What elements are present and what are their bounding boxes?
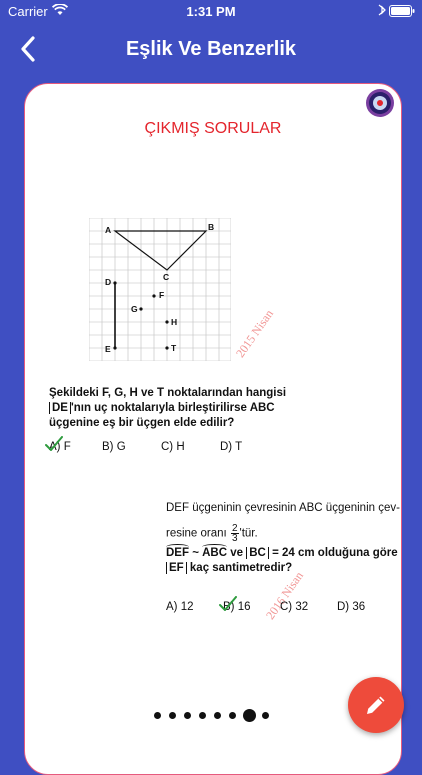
- status-bar: Carrier 1:31 PM: [0, 0, 422, 22]
- page-dot-active[interactable]: [243, 709, 256, 722]
- section-title: ÇIKMIŞ SORULAR: [144, 120, 282, 137]
- question-card[interactable]: ÇIKMIŞ SORULAR A B C D E F G H T 2015 Ni…: [24, 83, 402, 775]
- question1-line2: 'nın uç noktalarıyla birleştirilirse ABC: [70, 402, 275, 414]
- question1-option-d[interactable]: D) T: [220, 441, 242, 453]
- label-b: B: [208, 222, 214, 232]
- similar-symbol: ~: [192, 547, 199, 559]
- question1-line1: Şekildeki F, G, H ve T noktalarından han…: [49, 387, 287, 399]
- question1-stamp: 2015 Nisan: [233, 306, 277, 361]
- nav-bar: Eşlik Ve Benzerlik: [0, 22, 422, 78]
- question2-stamp: 2016 Nisan: [263, 568, 307, 623]
- fraction-denominator: 3: [231, 533, 238, 544]
- question2-line3-post: = 24 cm olduğuna göre: [272, 547, 398, 559]
- question1-segment: DE: [49, 402, 71, 414]
- pencil-icon: [367, 696, 385, 714]
- page-dot[interactable]: [154, 712, 161, 719]
- question2-fraction: 2 3: [230, 524, 239, 544]
- question2-option-c[interactable]: C) 32: [280, 601, 308, 613]
- length-bc: BC: [246, 547, 269, 559]
- question2-ve: ve: [230, 547, 244, 559]
- check-icon: [45, 436, 63, 451]
- question2-option-a[interactable]: A) 12: [166, 601, 194, 613]
- label-e: E: [105, 344, 111, 354]
- question1-option-c[interactable]: C) H: [161, 441, 185, 453]
- alarm-icon: [378, 4, 386, 16]
- label-g: G: [131, 304, 138, 314]
- question2-line4: EF kaç santimetredir?: [166, 562, 292, 574]
- question2-line2-pre: resine oranı: [166, 527, 227, 540]
- question2-option-d[interactable]: D) 36: [337, 601, 365, 613]
- question2-line2-post: 'tür.: [239, 527, 258, 540]
- page-dot[interactable]: [262, 712, 269, 719]
- page-dot[interactable]: [184, 712, 191, 719]
- logo-badge-icon: [366, 89, 394, 117]
- page-dot[interactable]: [229, 712, 236, 719]
- label-h: H: [171, 317, 177, 327]
- page-dot[interactable]: [214, 712, 221, 719]
- length-ef: EF: [166, 562, 187, 574]
- label-a: A: [105, 225, 111, 235]
- label-f: F: [159, 290, 164, 300]
- question1-figure: A B C D E F G H T: [89, 218, 231, 361]
- edit-button[interactable]: [348, 677, 404, 733]
- triangle-abc: [113, 230, 208, 271]
- question1-prompt: Şekildeki F, G, H ve T noktalarından han…: [49, 386, 299, 431]
- triangle-def: DEF: [166, 544, 189, 559]
- question2-line4-post: kaç santimetredir?: [189, 562, 293, 574]
- page-dot[interactable]: [169, 712, 176, 719]
- question2-line2: resine oranı 2 3 'tür.: [166, 524, 258, 544]
- status-time: 1:31 PM: [186, 4, 236, 19]
- check-icon: [219, 596, 237, 611]
- question1-line3: üçgenine eş bir üçgen elde edilir?: [49, 417, 235, 429]
- triangle-abc-label: ABC: [202, 544, 228, 559]
- question2-line1: DEF üçgeninin çevresinin ABC üçgeninin ç…: [166, 502, 400, 514]
- question1-option-b[interactable]: B) G: [102, 441, 126, 453]
- label-d: D: [105, 277, 111, 287]
- battery-icon: [389, 5, 415, 17]
- nav-title: Eşlik Ve Benzerlik: [125, 38, 297, 60]
- question2-line3: DEF ~ ABC ve BC = 24 cm olduğuna göre: [166, 544, 398, 559]
- label-t: T: [171, 343, 177, 353]
- label-c: C: [163, 272, 169, 282]
- page-dot[interactable]: [199, 712, 206, 719]
